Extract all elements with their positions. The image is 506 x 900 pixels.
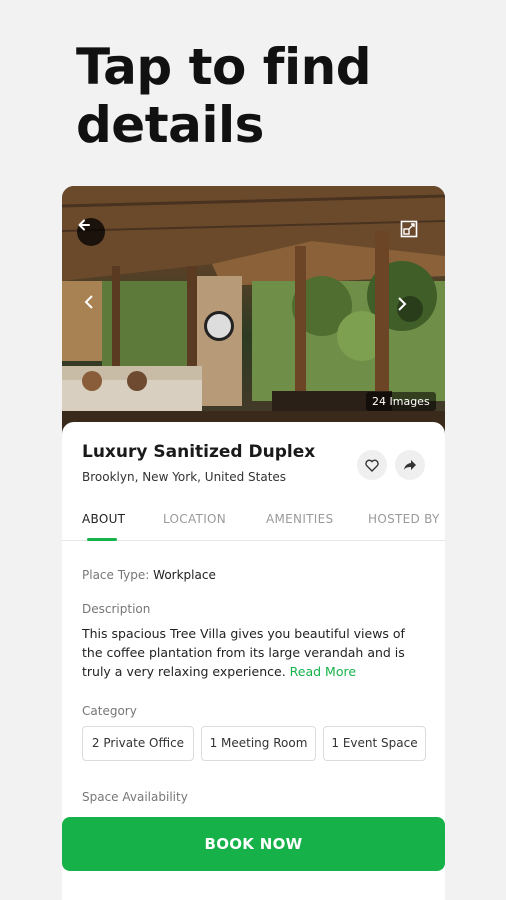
chevron-left-icon <box>84 295 93 309</box>
description-body: This spacious Tree Villa gives you beaut… <box>82 626 405 679</box>
chevron-right-icon <box>398 297 407 311</box>
space-availability-label: Space Availability <box>82 790 188 804</box>
place-type-value: Workplace <box>153 568 216 582</box>
active-tab-indicator <box>87 538 117 541</box>
place-type-label: Place Type: <box>82 568 150 582</box>
headline: Tap to find details <box>76 38 372 154</box>
back-arrow-icon <box>78 219 90 231</box>
next-image-button[interactable] <box>397 296 423 322</box>
category-chip[interactable]: 1 Meeting Room <box>201 726 316 761</box>
tab-hosted-by[interactable]: HOSTED BY <box>368 498 440 540</box>
tab-location[interactable]: LOCATION <box>163 498 226 540</box>
tab-about[interactable]: ABOUT <box>82 498 125 540</box>
listing-title: Luxury Sanitized Duplex <box>82 442 316 462</box>
share-button[interactable] <box>395 450 425 480</box>
category-label: Category <box>82 704 137 718</box>
details-tabs: ABOUT LOCATION AMENITIES HOSTED BY <box>62 498 445 541</box>
share-icon <box>404 460 416 470</box>
listing-card: 24 Images Luxury Sanitized Duplex Brookl… <box>62 186 445 900</box>
place-type-row: Place Type: Workplace <box>82 568 216 582</box>
expand-icon <box>400 220 418 238</box>
book-now-button[interactable]: BOOK NOW <box>62 817 445 871</box>
back-button[interactable] <box>77 218 105 246</box>
headline-line-1: Tap to find <box>76 38 372 96</box>
images-count-badge: 24 Images <box>366 392 436 411</box>
expand-button[interactable] <box>400 220 422 242</box>
read-more-link[interactable]: Read More <box>290 664 356 679</box>
listing-photo[interactable]: 24 Images <box>62 186 445 436</box>
headline-line-2: details <box>76 96 264 154</box>
category-chip[interactable]: 2 Private Office <box>82 726 194 761</box>
tab-amenities[interactable]: AMENITIES <box>266 498 333 540</box>
category-chip[interactable]: 1 Event Space <box>323 726 426 761</box>
description-text: This spacious Tree Villa gives you beaut… <box>82 624 422 681</box>
listing-location: Brooklyn, New York, United States <box>82 470 287 484</box>
heart-icon <box>365 459 379 472</box>
favorite-button[interactable] <box>357 450 387 480</box>
description-label: Description <box>82 602 151 616</box>
previous-image-button[interactable] <box>84 294 108 324</box>
